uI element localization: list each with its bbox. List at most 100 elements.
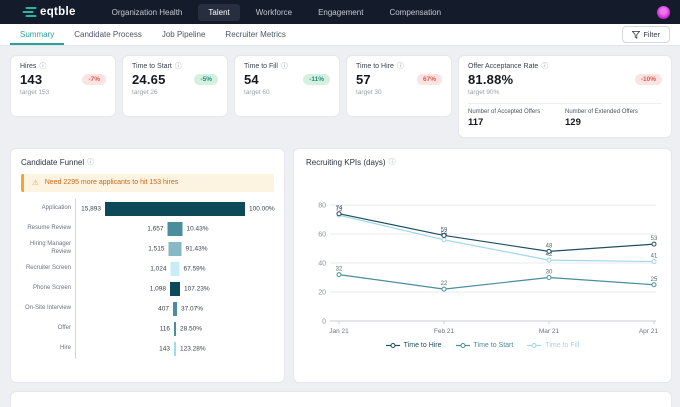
funnel-stage-pct: 28.50%: [180, 325, 202, 332]
data-point-label: 48: [546, 243, 553, 249]
main-content: Hiresⓘ143-7%target 153Time to Startⓘ24.6…: [0, 46, 680, 407]
legend-label: Time to Start: [474, 342, 514, 349]
nav-item-workforce[interactable]: Workforce: [246, 4, 302, 21]
kpi-card-title: Time to Fillⓘ: [244, 63, 330, 70]
funnel-stage-label: Application: [21, 199, 75, 219]
data-point-label: 53: [651, 236, 658, 242]
brand[interactable]: eqtble: [24, 6, 76, 18]
funnel-stage-track: 1,024 67.59%: [75, 259, 274, 279]
funnel-stage-value: 407: [158, 305, 169, 312]
funnel-stage-pct: 37.07%: [181, 305, 203, 312]
filter-label: Filter: [643, 30, 660, 39]
app-root: eqtble Organization Health Talent Workforc…: [0, 0, 680, 407]
data-point-time-to-hire: [337, 212, 341, 216]
kpi-card-title: Offer Acceptance Rateⓘ: [468, 63, 662, 70]
kpi-title-text: Offer Acceptance Rate: [468, 63, 538, 70]
nav-item-organization-health[interactable]: Organization Health: [102, 4, 193, 21]
info-icon[interactable]: ⓘ: [175, 63, 182, 70]
nav-item-talent[interactable]: Talent: [198, 4, 239, 21]
funnel-stage-track: 407 37.07%: [75, 299, 274, 319]
legend-item-time-to-start[interactable]: Time to Start: [456, 342, 514, 349]
nav-item-engagement[interactable]: Engagement: [308, 4, 373, 21]
data-point-time-to-start: [337, 273, 341, 277]
kpi-card-offer-acceptance-rate: Offer Acceptance Rateⓘ81.88%-10%target 9…: [458, 55, 672, 138]
kpi-card-time-to-start: Time to Startⓘ24.65-5%target 26: [122, 55, 228, 117]
series-line-time-to-start: [339, 275, 654, 290]
kpi-badge: -7%: [82, 74, 106, 85]
kpi-value: 54: [244, 72, 259, 87]
offer-sub-metrics: Number of Accepted Offers117Number of Ex…: [468, 103, 662, 128]
info-icon[interactable]: ⓘ: [39, 63, 46, 70]
funnel-row-hiring-manager-review: Hiring Manager Review1,51591.43%: [21, 239, 274, 259]
data-point-time-to-start: [547, 276, 551, 280]
nav-item-compensation[interactable]: Compensation: [379, 4, 451, 21]
user-avatar[interactable]: [657, 6, 670, 19]
funnel-stage-value: 1,098: [150, 285, 166, 292]
data-point-label: 59: [441, 227, 448, 233]
eqtble-logo-icon: [24, 7, 35, 17]
offer-sub-value: 129: [565, 117, 662, 128]
funnel-stage-value: 1,024: [150, 265, 166, 272]
kpi-card-time-to-hire: Time to Hireⓘ5767%target 30: [346, 55, 452, 117]
primary-nav: Organization Health Talent Workforce Engage…: [102, 4, 451, 21]
funnel-stage-pct: 100.00%: [249, 205, 275, 212]
kpi-title-text: Time to Hire: [356, 63, 394, 70]
info-icon[interactable]: ⓘ: [87, 159, 94, 166]
funnel-panel-title: Candidate Funnel ⓘ: [21, 158, 274, 167]
kpi-card-title: Hiresⓘ: [20, 63, 106, 70]
funnel-stage-value: 1,515: [148, 245, 164, 252]
legend-item-time-to-fill[interactable]: Time to Fill: [527, 342, 579, 349]
panels-row: Candidate Funnel ⓘ ⚠ Need 2295 more appl…: [0, 138, 680, 383]
series-line-time-to-hire: [339, 214, 654, 252]
funnel-stage-bar: [174, 342, 176, 356]
chart-legend: Time to Hire Time to Start Time to Fill: [306, 342, 659, 349]
funnel-stage-track: 116 28.50%: [75, 319, 274, 339]
kpi-target: target 60: [244, 89, 330, 96]
y-tick-label: 40: [318, 261, 326, 268]
top-navbar: eqtble Organization Health Talent Workforc…: [0, 0, 680, 24]
info-icon[interactable]: ⓘ: [541, 63, 548, 70]
funnel-stage-value: 15,893: [81, 205, 101, 212]
funnel-stage-label: Hire: [21, 339, 75, 359]
brand-name: eqtble: [40, 6, 76, 18]
x-tick-label: Mar 21: [539, 328, 560, 335]
data-point-time-to-start: [442, 287, 446, 291]
y-tick-label: 20: [318, 290, 326, 297]
tab-candidate-process[interactable]: Candidate Process: [64, 24, 152, 45]
legend-marker-icon: [386, 342, 401, 349]
y-tick-label: 0: [322, 319, 326, 326]
funnel-row-recruiter-screen: Recruiter Screen1,02467.59%: [21, 259, 274, 279]
candidate-funnel-panel: Candidate Funnel ⓘ ⚠ Need 2295 more appl…: [10, 148, 285, 383]
funnel-stage-value: 116: [160, 325, 170, 332]
kpi-value: 24.65: [132, 72, 166, 87]
tab-summary[interactable]: Summary: [10, 24, 64, 45]
kpi-value: 81.88%: [468, 72, 513, 87]
legend-item-time-to-hire[interactable]: Time to Hire: [386, 342, 442, 349]
filter-button[interactable]: Filter: [622, 26, 670, 43]
funnel-stage-label: On-Site Interview: [21, 299, 75, 319]
funnel-row-offer: Offer11628.50%: [21, 319, 274, 339]
series-line-time-to-fill: [339, 215, 654, 261]
funnel-stage-pct: 67.59%: [184, 265, 206, 272]
info-icon[interactable]: ⓘ: [397, 63, 404, 70]
candidate-funnel-chart: Application 15,893 100.00% Resume Review 1,6…: [21, 199, 274, 359]
info-icon[interactable]: ⓘ: [281, 63, 288, 70]
tab-job-pipeline[interactable]: Job Pipeline: [152, 24, 216, 45]
data-point-label: 22: [441, 281, 448, 287]
y-tick-label: 80: [318, 203, 326, 210]
funnel-stage-bar: [170, 282, 180, 296]
info-icon[interactable]: ⓘ: [389, 159, 396, 166]
funnel-stage-bar: [171, 262, 180, 276]
data-point-label: 74: [336, 206, 343, 212]
funnel-stage-track: 15,893 100.00%: [75, 199, 274, 219]
data-point-label: 41: [651, 254, 658, 260]
data-point-time-to-fill: [442, 238, 446, 242]
funnel-stage-value: 1,657: [147, 225, 163, 232]
funnel-stage-label: Hiring Manager Review: [21, 239, 75, 259]
kpi-value-row: 5767%: [356, 72, 442, 87]
kpi-badge: -5%: [194, 74, 218, 85]
tab-recruiter-metrics[interactable]: Recruiter Metrics: [215, 24, 295, 45]
data-point-time-to-start: [652, 283, 656, 287]
funnel-stage-pct: 10.43%: [187, 225, 209, 232]
funnel-stage-label: Resume Review: [21, 219, 75, 239]
